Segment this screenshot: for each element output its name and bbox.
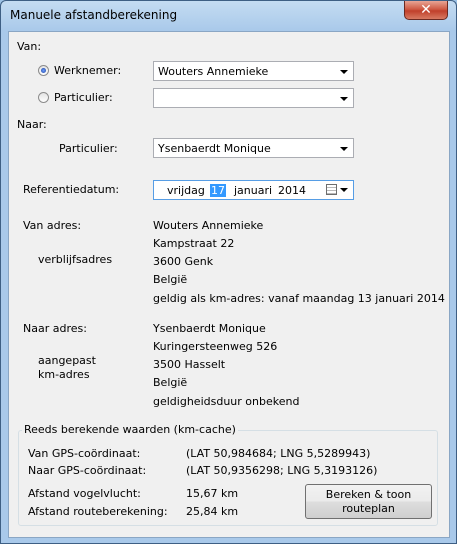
werknemer-radio[interactable] xyxy=(38,65,49,76)
naar-adres-validity: geldigheidsduur onbekend xyxy=(153,395,300,408)
naar-adres-label: Naar adres: xyxy=(23,322,87,335)
naar-gps-label: Naar GPS-coördinaat: xyxy=(28,464,147,477)
chevron-down-icon[interactable] xyxy=(340,147,348,151)
radio-selected-dot xyxy=(41,68,46,73)
van-section-label: Van: xyxy=(17,40,42,53)
particulier-label[interactable]: Particulier: xyxy=(54,91,113,104)
bereken-routeplan-button[interactable]: Bereken & toon routeplan xyxy=(305,484,432,519)
referentiedatum-label: Referentiedatum: xyxy=(23,183,120,196)
van-adres-street: Kampstraat 22 xyxy=(153,237,235,250)
date-year[interactable]: 2014 xyxy=(278,184,306,197)
date-day[interactable]: 17 xyxy=(210,184,226,197)
button-label-line2: routeplan xyxy=(342,502,395,515)
km-cache-title: Reeds berekende waarden (km-cache) xyxy=(22,423,238,436)
naar-adres-type-line1: aangepast xyxy=(38,354,96,367)
date-weekday[interactable]: vrijdag xyxy=(167,184,205,197)
button-label-line1: Bereken & toon xyxy=(325,488,412,501)
date-month[interactable]: januari xyxy=(234,184,272,197)
van-adres-validity: geldig als km-adres: vanaf maandag 13 ja… xyxy=(153,292,445,305)
van-gps-label: Van GPS-coördinaat: xyxy=(28,447,141,460)
referentiedatum-datepicker[interactable]: vrijdag 17 januari 2014 xyxy=(153,180,354,200)
werknemer-combobox-value: Wouters Annemieke xyxy=(158,65,269,78)
calendar-icon[interactable] xyxy=(326,184,337,195)
naar-adres-name: Ysenbaerdt Monique xyxy=(153,322,266,335)
naar-adres-city: 3500 Hasselt xyxy=(153,358,226,371)
chevron-down-icon[interactable] xyxy=(340,70,348,74)
dialog-window: Manuele afstandberekening ✕ Van: Werknem… xyxy=(0,0,457,544)
route-value: 25,84 km xyxy=(186,505,239,518)
van-adres-city: 3600 Genk xyxy=(153,255,214,268)
naar-adres-country: België xyxy=(153,376,188,389)
van-adres-type: verblijfsadres xyxy=(38,253,113,266)
van-gps-value: (LAT 50,984684; LNG 5,5289943) xyxy=(186,447,371,460)
van-adres-name: Wouters Annemieke xyxy=(153,219,264,232)
werknemer-combobox[interactable]: Wouters Annemieke xyxy=(153,61,354,81)
werknemer-label[interactable]: Werknemer: xyxy=(54,64,121,77)
particulier-radio[interactable] xyxy=(38,92,49,103)
route-label: Afstand routeberekening: xyxy=(28,505,168,518)
naar-particulier-combobox[interactable]: Ysenbaerdt Monique xyxy=(153,138,354,158)
close-icon: ✕ xyxy=(420,2,432,18)
naar-particulier-combobox-value: Ysenbaerdt Monique xyxy=(158,142,271,155)
naar-adres-street: Kuringersteenweg 526 xyxy=(153,340,278,353)
chevron-down-icon[interactable] xyxy=(340,97,348,101)
chevron-down-icon[interactable] xyxy=(340,188,348,192)
close-button[interactable]: ✕ xyxy=(404,1,448,20)
van-particulier-combobox[interactable] xyxy=(153,88,354,108)
naar-section-label: Naar: xyxy=(17,118,47,131)
window-title: Manuele afstandberekening xyxy=(10,8,178,22)
vogelvlucht-value: 15,67 km xyxy=(186,487,239,500)
naar-gps-value: (LAT 50,9356298; LNG 5,3193126) xyxy=(186,464,378,477)
van-adres-country: België xyxy=(153,273,188,286)
van-adres-label: Van adres: xyxy=(23,219,82,232)
naar-adres-type-line2: km-adres xyxy=(38,368,90,381)
naar-particulier-label: Particulier: xyxy=(59,142,118,155)
dialog-client-area: Van: Werknemer: Wouters Annemieke Partic… xyxy=(8,31,450,538)
vogelvlucht-label: Afstand vogelvlucht: xyxy=(28,487,141,500)
